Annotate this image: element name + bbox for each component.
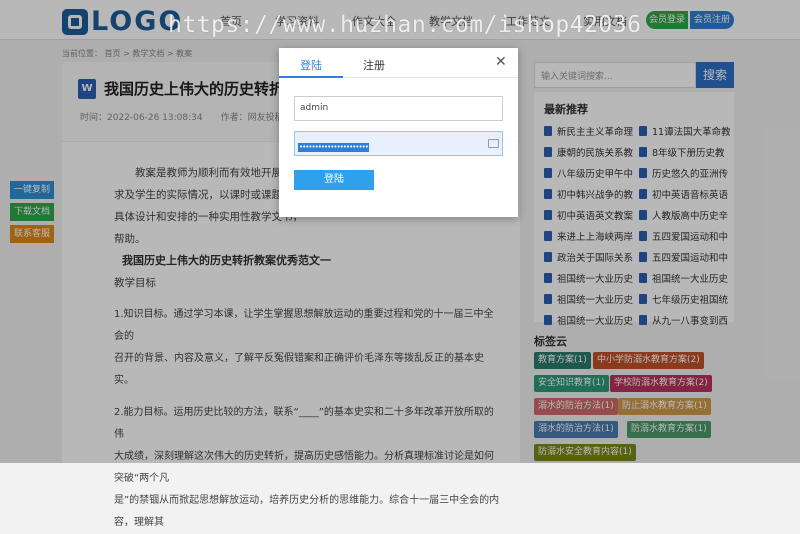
login-submit-button[interactable]: 登陆 [294, 170, 374, 190]
keyboard-icon [488, 139, 499, 148]
tab-active-indicator [279, 76, 343, 78]
tab-login[interactable]: 登陆 [300, 57, 322, 73]
login-modal: 登陆 注册 ✕ admin •••••••••••••••••••••• 登陆 [279, 48, 518, 217]
close-icon[interactable]: ✕ [495, 54, 507, 70]
tab-register[interactable]: 注册 [363, 57, 385, 73]
modal-tabs: 登陆 注册 ✕ [279, 48, 518, 78]
watermark-url: https://www.huzhan.com/ishop42036 [168, 12, 642, 38]
password-mask: •••••••••••••••••••••• [298, 143, 369, 152]
password-field[interactable]: •••••••••••••••••••••• [294, 131, 503, 156]
username-field[interactable]: admin [294, 96, 503, 121]
paragraph-line: 是”的禁锢从而掀起思想解放运动，培养历史分析的思维能力。综合十一届三中全会的内容… [114, 495, 500, 528]
